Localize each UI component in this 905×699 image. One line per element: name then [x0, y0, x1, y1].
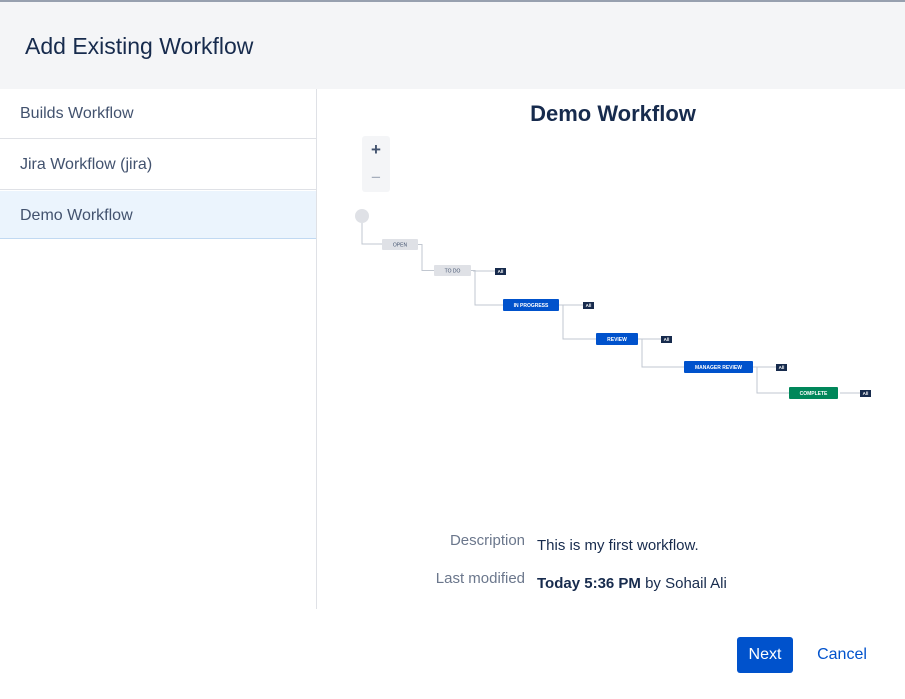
- last-modified-label: Last modified: [435, 570, 525, 587]
- status-label: REVIEW: [607, 337, 627, 343]
- workflow-diagram-canvas: OPEN TO DO All IN PROGRESS All REVIEW All MANAG…: [355, 209, 871, 399]
- cancel-button[interactable]: Cancel: [809, 637, 875, 673]
- status-label: IN PROGRESS: [514, 303, 549, 309]
- status-label: MANAGER REVIEW: [695, 365, 742, 371]
- all-badge-label: All: [586, 303, 592, 308]
- last-modified-time: Today 5:36 PM: [537, 575, 641, 592]
- workflow-list-item-demo[interactable]: Demo Workflow: [0, 191, 316, 239]
- dialog-title: Add Existing Workflow: [25, 33, 254, 59]
- last-modified-author: by Sohail Ali: [645, 575, 727, 592]
- workflow-list-item-builds[interactable]: Builds Workflow: [0, 89, 316, 139]
- workflow-diagram: OPEN TO DO All IN PROGRESS All REVIEW All MANAG…: [317, 89, 905, 509]
- all-badge-label: All: [863, 391, 869, 396]
- zoom-out-button[interactable]: −: [362, 164, 390, 192]
- status-label: TO DO: [445, 269, 461, 275]
- workflow-list-item-label: Jira Workflow (jira): [20, 156, 153, 173]
- workflow-preview: Demo Workflow OPEN TO DO All IN PROGRESS All…: [317, 89, 905, 609]
- zoom-in-button[interactable]: +: [362, 136, 390, 164]
- next-button[interactable]: Next: [737, 637, 793, 673]
- description-value: This is my first workflow.: [537, 537, 699, 554]
- start-node: [355, 209, 369, 223]
- zoom-controls: + −: [362, 136, 390, 192]
- connector-line: [559, 304, 596, 340]
- all-badge-label: All: [664, 337, 670, 342]
- workflow-list-item-jira[interactable]: Jira Workflow (jira): [0, 140, 316, 190]
- last-modified-value: Today 5:36 PM by Sohail Ali: [537, 575, 727, 592]
- add-workflow-dialog: Add Existing Workflow Builds Workflow Ji…: [0, 0, 905, 697]
- all-badge-label: All: [779, 365, 785, 370]
- workflow-list-item-label: Builds Workflow: [20, 105, 134, 122]
- connector-line: [471, 270, 503, 306]
- description-label: Description: [449, 532, 525, 549]
- connector-line: [638, 338, 684, 368]
- dialog-header: Add Existing Workflow: [0, 2, 905, 89]
- connector-line: [418, 244, 434, 271]
- all-badge-label: All: [498, 269, 504, 274]
- workflow-list-item-label: Demo Workflow: [20, 207, 133, 224]
- status-label: OPEN: [393, 243, 408, 249]
- workflow-list: Builds Workflow Jira Workflow (jira) Dem…: [0, 89, 317, 609]
- connector-line: [361, 223, 382, 245]
- status-label: COMPLETE: [800, 391, 828, 397]
- dialog-footer: Next Cancel: [0, 609, 905, 699]
